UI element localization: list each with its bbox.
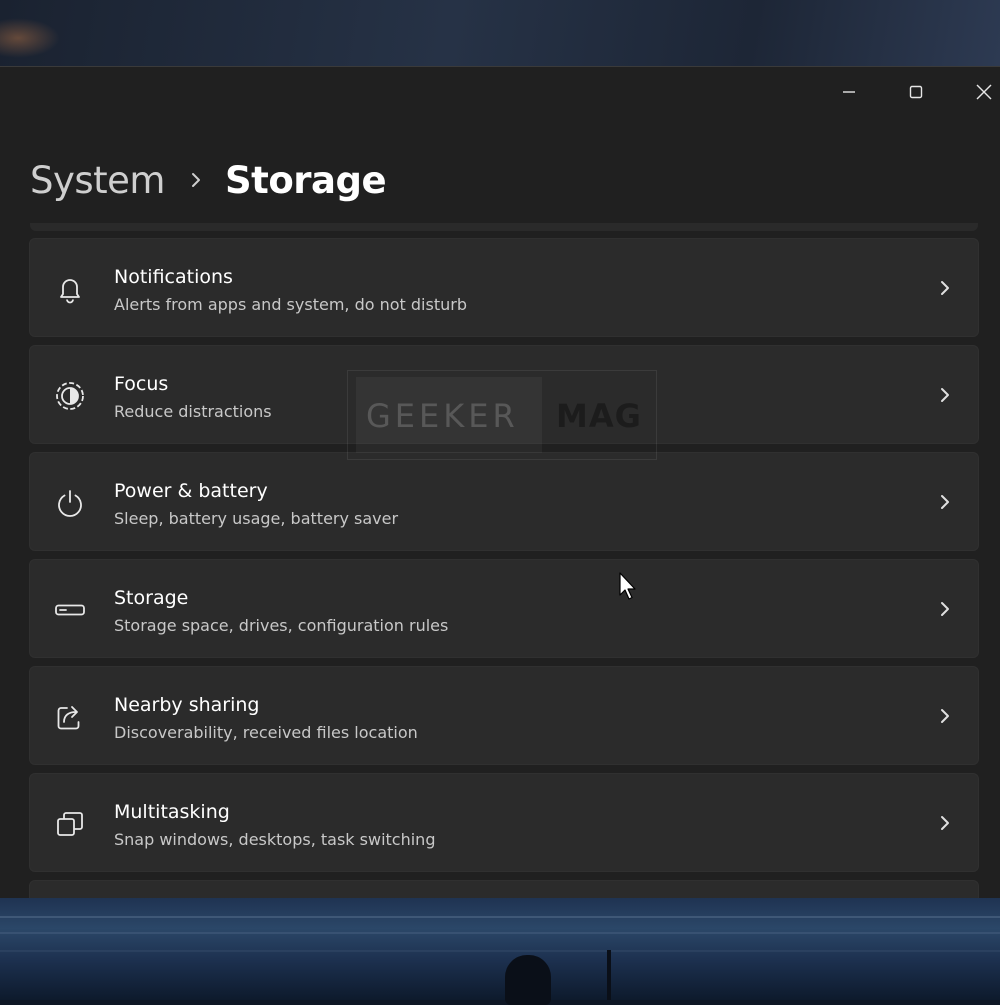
storage-drive-icon (52, 592, 88, 628)
settings-item-description: Reduce distractions (114, 402, 272, 421)
minimize-icon (843, 91, 855, 93)
chevron-right-icon (934, 277, 956, 299)
mouse-cursor-icon (619, 572, 636, 600)
wallpaper-silhouette (505, 955, 551, 1005)
chevron-right-icon (189, 170, 203, 190)
focus-icon (52, 378, 88, 414)
wallpaper-wave (0, 932, 1000, 934)
chevron-right-icon (934, 705, 956, 727)
close-icon (976, 84, 992, 100)
power-icon (52, 485, 88, 521)
chevron-right-icon (934, 384, 956, 406)
breadcrumb: System Storage (30, 155, 387, 205)
wallpaper-wave (0, 916, 1000, 918)
chevron-right-icon (934, 812, 956, 834)
settings-item-power-battery[interactable]: Power & battery Sleep, battery usage, ba… (29, 452, 979, 551)
settings-item-description: Sleep, battery usage, battery saver (114, 509, 399, 528)
settings-item-title: Storage (114, 587, 189, 609)
settings-item-title: Notifications (114, 266, 233, 288)
close-button[interactable] (964, 75, 1000, 109)
settings-list: Notifications Alerts from apps and syste… (29, 238, 979, 880)
settings-item-partial[interactable] (29, 880, 979, 899)
settings-item-title: Multitasking (114, 801, 230, 823)
desktop-wallpaper-top (0, 0, 1000, 66)
share-icon (52, 699, 88, 735)
multitasking-icon (52, 806, 88, 842)
previous-item-edge (30, 223, 978, 231)
settings-window: System Storage Notifications Alerts from… (0, 66, 1000, 899)
settings-item-description: Alerts from apps and system, do not dist… (114, 295, 467, 314)
settings-item-nearby-sharing[interactable]: Nearby sharing Discoverability, received… (29, 666, 979, 765)
minimize-button[interactable] (829, 75, 869, 109)
desktop-wallpaper-bottom (0, 898, 1000, 1000)
wallpaper-glare (0, 18, 60, 58)
bell-icon (52, 271, 88, 307)
settings-item-storage[interactable]: Storage Storage space, drives, configura… (29, 559, 979, 658)
chevron-right-icon (934, 491, 956, 513)
settings-item-description: Storage space, drives, configuration rul… (114, 616, 449, 635)
breadcrumb-system-link[interactable]: System (30, 159, 165, 202)
chevron-right-icon (934, 598, 956, 620)
settings-item-title: Focus (114, 373, 169, 395)
settings-item-multitasking[interactable]: Multitasking Snap windows, desktops, tas… (29, 773, 979, 872)
settings-item-focus[interactable]: Focus Reduce distractions (29, 345, 979, 444)
settings-item-notifications[interactable]: Notifications Alerts from apps and syste… (29, 238, 979, 337)
wallpaper-wave (0, 950, 1000, 952)
maximize-button[interactable] (896, 75, 936, 109)
wallpaper-silhouette-pole (607, 950, 611, 1000)
settings-item-description: Discoverability, received files location (114, 723, 418, 742)
settings-item-title: Power & battery (114, 480, 268, 502)
settings-item-title: Nearby sharing (114, 694, 260, 716)
settings-item-description: Snap windows, desktops, task switching (114, 830, 436, 849)
maximize-icon (909, 85, 923, 99)
page-title: Storage (224, 158, 387, 202)
